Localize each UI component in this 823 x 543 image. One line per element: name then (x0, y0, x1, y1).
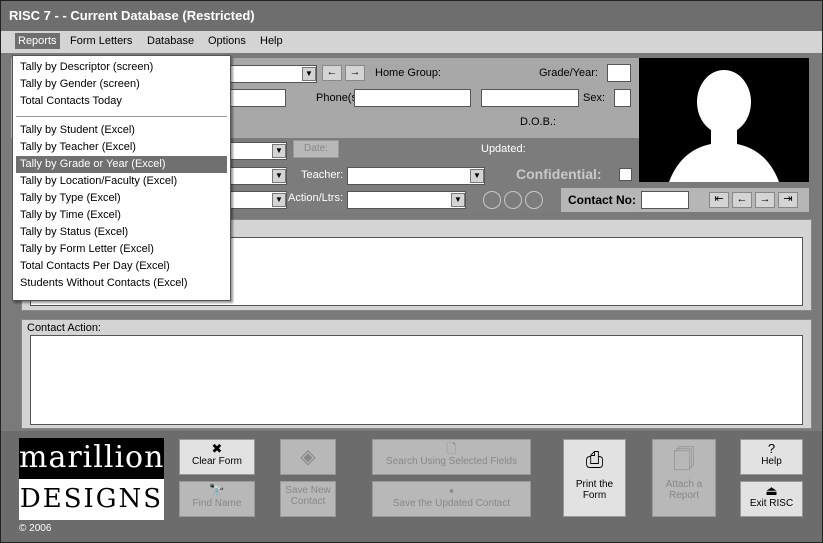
menu-item-tally-type[interactable]: Tally by Type (Excel) (16, 190, 227, 207)
contact-action-textarea[interactable] (30, 335, 803, 425)
phone-1-field[interactable] (354, 89, 471, 107)
menu-item-tally-form-letter[interactable]: Tally by Form Letter (Excel) (16, 241, 227, 258)
chevron-down-icon[interactable]: ▼ (302, 67, 316, 81)
menu-item-total-contacts-today[interactable]: Total Contacts Today (16, 93, 227, 110)
print-label-line2: Form (582, 490, 607, 501)
menu-item-tally-location[interactable]: Tally by Location/Faculty (Excel) (16, 173, 227, 190)
menu-database[interactable]: Database (147, 35, 194, 47)
phone-2-field[interactable] (481, 89, 579, 107)
contact-number-bar: Contact No: ⇤ ← → ⇥ (561, 188, 809, 212)
title-bar: RISC 7 - - Current Database (Restricted) (1, 1, 822, 31)
last-record-button[interactable]: ⇥ (778, 192, 798, 208)
save-new-icon-button[interactable]: ◈ (280, 439, 336, 475)
print-form-button[interactable]: ⎙ Print the Form (563, 439, 626, 517)
menu-item-tally-student[interactable]: Tally by Student (Excel) (16, 122, 227, 139)
menu-item-tally-time[interactable]: Tally by Time (Excel) (16, 207, 227, 224)
menu-item-tally-descriptor[interactable]: Tally by Descriptor (screen) (16, 59, 227, 76)
printer-icon: ⎙ (585, 447, 604, 472)
updated-label: Updated: (481, 143, 526, 155)
person-silhouette-icon (669, 70, 779, 182)
happy-face-icon[interactable] (483, 191, 501, 209)
menu-item-students-without-contacts[interactable]: Students Without Contacts (Excel) (16, 275, 227, 292)
marillion-designs-logo: marillion DESIGNS (19, 438, 164, 520)
help-icon: ? (767, 441, 776, 456)
next-record-button[interactable]: → (755, 192, 775, 208)
save-new-contact-button[interactable]: Save New Contact (280, 481, 336, 517)
exit-icon: ⏏ (765, 483, 778, 498)
exit-label: Exit RISC (749, 498, 794, 509)
exit-button[interactable]: ⏏ Exit RISC (740, 481, 803, 517)
find-name-label: Find Name (192, 498, 242, 509)
floppy-disk-icon: ▪ (449, 483, 454, 498)
reports-dropdown-menu: Tally by Descriptor (screen) Tally by Ge… (12, 55, 231, 301)
contact-no-label: Contact No: (568, 193, 636, 207)
logo-bottom-text: DESIGNS (19, 484, 164, 514)
close-icon: ✖ (211, 441, 223, 456)
sex-field[interactable] (614, 89, 631, 107)
grade-year-label: Grade/Year: (539, 67, 598, 79)
search-selected-fields-button[interactable]: 🗋 Search Using Selected Fields (372, 439, 531, 475)
teacher-combo[interactable] (347, 167, 485, 185)
sad-face-icon[interactable] (525, 191, 543, 209)
clear-form-button[interactable]: ✖ Clear Form (179, 439, 255, 475)
dob-label: D.O.B.: (520, 116, 557, 128)
menu-help[interactable]: Help (260, 35, 283, 47)
find-name-button[interactable]: 🔭 Find Name (179, 481, 255, 517)
menu-item-total-contacts-per-day[interactable]: Total Contacts Per Day (Excel) (16, 258, 227, 275)
action-letters-label: Action/Ltrs: (288, 192, 344, 204)
menu-item-tally-status[interactable]: Tally by Status (Excel) (16, 224, 227, 241)
menu-separator (16, 116, 227, 118)
contact-no-field[interactable] (641, 191, 689, 209)
menu-item-tally-teacher[interactable]: Tally by Teacher (Excel) (16, 139, 227, 156)
action-letters-combo[interactable] (347, 191, 466, 209)
confidential-checkbox[interactable] (619, 168, 632, 181)
print-label-line1: Print the (575, 479, 614, 490)
copyright-text: © 2006 (19, 523, 52, 534)
chevron-down-icon[interactable]: ▼ (272, 144, 286, 158)
menu-item-tally-gender[interactable]: Tally by Gender (screen) (16, 76, 227, 93)
teacher-label: Teacher: (301, 169, 344, 181)
neutral-face-icon[interactable] (504, 191, 522, 209)
previous-student-button[interactable]: ← (322, 65, 342, 81)
first-record-button[interactable]: ⇤ (709, 192, 729, 208)
menu-form-letters[interactable]: Form Letters (70, 35, 132, 47)
main-window: RISC 7 - - Current Database (Restricted)… (0, 0, 823, 543)
menu-bar: Reports Form Letters Database Options He… (1, 31, 822, 53)
student-photo (639, 58, 809, 182)
contact-action-group: Contact Action: (21, 319, 812, 429)
chevron-down-icon[interactable]: ▼ (272, 169, 286, 183)
date-button[interactable]: Date: (293, 140, 339, 158)
sex-label: Sex: (583, 92, 606, 104)
save-new-label-line1: Save New (285, 485, 331, 496)
floppy-disk-icon: ◈ (300, 446, 316, 468)
window-title: RISC 7 - - Current Database (Restricted) (9, 8, 255, 23)
chevron-down-icon[interactable]: ▼ (470, 169, 484, 183)
next-student-button[interactable]: → (345, 65, 365, 81)
paperclip-icon: 🗍 (673, 447, 695, 472)
attach-report-button[interactable]: 🗍 Attach a Report (652, 439, 716, 517)
search-document-icon: 🗋 (446, 441, 457, 456)
binoculars-icon: 🔭 (208, 483, 226, 498)
chevron-down-icon[interactable]: ▼ (451, 193, 465, 207)
grade-year-field[interactable] (607, 64, 631, 82)
clear-form-label: Clear Form (191, 456, 242, 467)
help-button[interactable]: ? Help (740, 439, 803, 475)
menu-item-tally-grade-year[interactable]: Tally by Grade or Year (Excel) (16, 156, 227, 173)
save-updated-label: Save the Updated Contact (392, 498, 511, 509)
prev-record-button[interactable]: ← (732, 192, 752, 208)
search-label: Search Using Selected Fields (385, 456, 518, 467)
chevron-down-icon[interactable]: ▼ (272, 193, 286, 207)
contact-action-label: Contact Action: (27, 322, 101, 334)
confidential-label: Confidential: (516, 166, 602, 182)
menu-options[interactable]: Options (208, 35, 246, 47)
attach-label-line1: Attach a (665, 479, 703, 490)
menu-reports[interactable]: Reports (15, 33, 60, 49)
logo-top-text: marillion (19, 438, 164, 479)
home-group-label: Home Group: (375, 67, 442, 79)
save-new-label-line2: Contact (290, 496, 326, 507)
help-label: Help (761, 456, 782, 467)
save-updated-contact-button[interactable]: ▪ Save the Updated Contact (372, 481, 531, 517)
attach-label-line2: Report (668, 490, 699, 501)
